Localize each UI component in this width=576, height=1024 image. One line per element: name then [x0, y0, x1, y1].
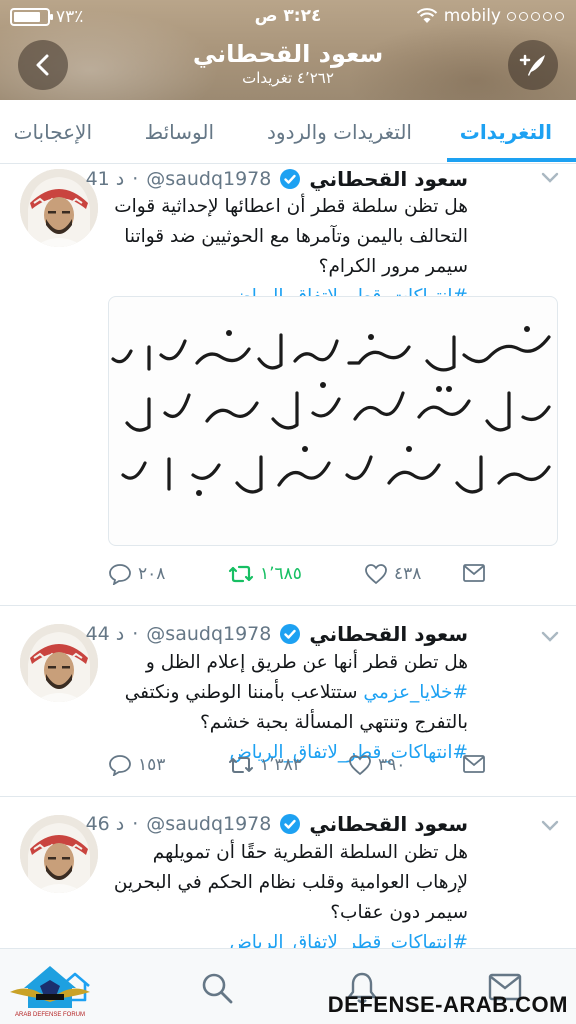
tweet-handle[interactable]: @saudq1978	[146, 813, 271, 835]
profile-header: ٧٣٪ ٣:٢٤ ص mobily سعود القحطاني ٤٬٢٦٢ تغ…	[0, 0, 576, 100]
tweet-item[interactable]: 44 د · @saudq1978 سعود القحطاني هل تطن ق…	[0, 606, 576, 796]
tweet-count: ٤٬٢٦٢ تغريدات	[242, 69, 334, 87]
verified-badge-icon	[280, 169, 301, 189]
tweet-handle[interactable]: @saudq1978	[146, 168, 271, 190]
tweet-author-name[interactable]: سعود القحطاني	[309, 622, 468, 646]
tab-media[interactable]: الوسائط	[145, 120, 214, 144]
reply-icon	[109, 564, 131, 585]
tweet-item[interactable]: 41 د · @saudq1978 سعود القحطاني هل تظن س…	[0, 165, 576, 605]
carrier-indicator: mobily	[416, 6, 564, 26]
envelope-icon	[463, 755, 485, 773]
handwritten-note-image	[111, 326, 551, 496]
hashtag-link[interactable]: #خلايا_عزمي	[363, 682, 468, 703]
chevron-down-icon[interactable]	[540, 819, 560, 833]
tweet-text: هل تظن سلطة قطر أن اعطائها لإحداثية قوات…	[108, 192, 468, 312]
tweet-header: 41 د · @saudq1978 سعود القحطاني	[85, 167, 468, 191]
signal-icon	[507, 11, 564, 21]
like-count: ٣٩٠	[378, 755, 406, 775]
tweet-header: 46 د · @saudq1978 سعود القحطاني	[85, 812, 468, 836]
retweet-icon	[228, 565, 254, 583]
retweet-count: ١٬٣٨٣	[260, 755, 302, 775]
reply-count: ١٥٣	[138, 755, 166, 775]
retweet-icon	[229, 757, 253, 773]
tab-tweets-and-replies[interactable]: التغريدات والردود	[267, 120, 412, 144]
reply-button[interactable]: ١٥٣	[108, 754, 165, 776]
like-count: ٤٣٨	[394, 564, 422, 584]
tweet-text: هل تظن السلطة القطرية حقًا أن تمويلهم لإ…	[113, 842, 468, 953]
tweet-item[interactable]: 46 د · @saudq1978 سعود القحطاني هل تظن ا…	[0, 797, 576, 953]
like-button[interactable]: ٣٩٠	[348, 754, 405, 776]
profile-tabs: التغريدات التغريدات والردود الوسائط الإع…	[0, 100, 576, 164]
verified-badge-icon	[280, 624, 301, 644]
tweet-text: هل تطن قطر أنها عن طريق إعلام الظل و #خل…	[124, 652, 468, 763]
watermark-site: DEFENSE-ARAB.COM	[327, 992, 568, 1017]
direct-message-button[interactable]	[462, 754, 486, 774]
tweet-time: 41 د	[85, 168, 125, 190]
retweet-button[interactable]: ١٬٣٨٣	[228, 754, 302, 776]
verified-badge-icon	[280, 814, 301, 834]
compose-icon	[519, 54, 545, 76]
tweet-actions: ٢٠٨ ١٬٦٨٥ ٤٣٨	[108, 563, 488, 593]
wifi-icon	[416, 8, 437, 23]
search-icon[interactable]	[200, 971, 234, 1005]
tweet-handle[interactable]: @saudq1978	[146, 623, 271, 645]
carrier-name: mobily	[443, 6, 501, 26]
heart-icon	[365, 564, 387, 585]
logo-text: ARAB DEFENSE FORUM	[15, 1012, 85, 1018]
chevron-down-icon[interactable]	[540, 630, 560, 644]
profile-name-title: سعود القحطاني	[192, 40, 384, 68]
tab-active-indicator	[447, 158, 576, 162]
tweet-actions: ١٥٣ ١٬٣٨٣ ٣٩٠	[108, 754, 488, 784]
reply-button[interactable]: ٢٠٨	[108, 563, 165, 585]
tab-tweets[interactable]: التغريدات	[460, 120, 552, 144]
tweet-media-image[interactable]	[108, 296, 558, 546]
direct-message-button[interactable]	[462, 563, 486, 583]
tweet-time: 44 د	[85, 623, 125, 645]
compose-button[interactable]	[508, 40, 558, 90]
reply-count: ٢٠٨	[138, 564, 166, 584]
tweet-author-name[interactable]: سعود القحطاني	[309, 167, 468, 191]
retweet-button[interactable]: ١٬٦٨٥	[228, 563, 302, 585]
chevron-down-icon[interactable]	[540, 171, 560, 185]
tab-likes[interactable]: الإعجابات	[14, 120, 92, 144]
tweet-time: 46 د	[85, 813, 125, 835]
forum-logo: ARAB DEFENSE FORUM	[10, 966, 90, 1018]
reply-icon	[109, 755, 131, 776]
tweet-header: 44 د · @saudq1978 سعود القحطاني	[85, 622, 468, 646]
status-bar: ٧٣٪ ٣:٢٤ ص mobily	[0, 0, 576, 34]
heart-icon	[349, 755, 371, 776]
like-button[interactable]: ٤٣٨	[364, 563, 421, 585]
retweet-count: ١٬٦٨٥	[260, 564, 302, 584]
envelope-icon	[463, 564, 485, 582]
tweet-author-name[interactable]: سعود القحطاني	[309, 812, 468, 836]
